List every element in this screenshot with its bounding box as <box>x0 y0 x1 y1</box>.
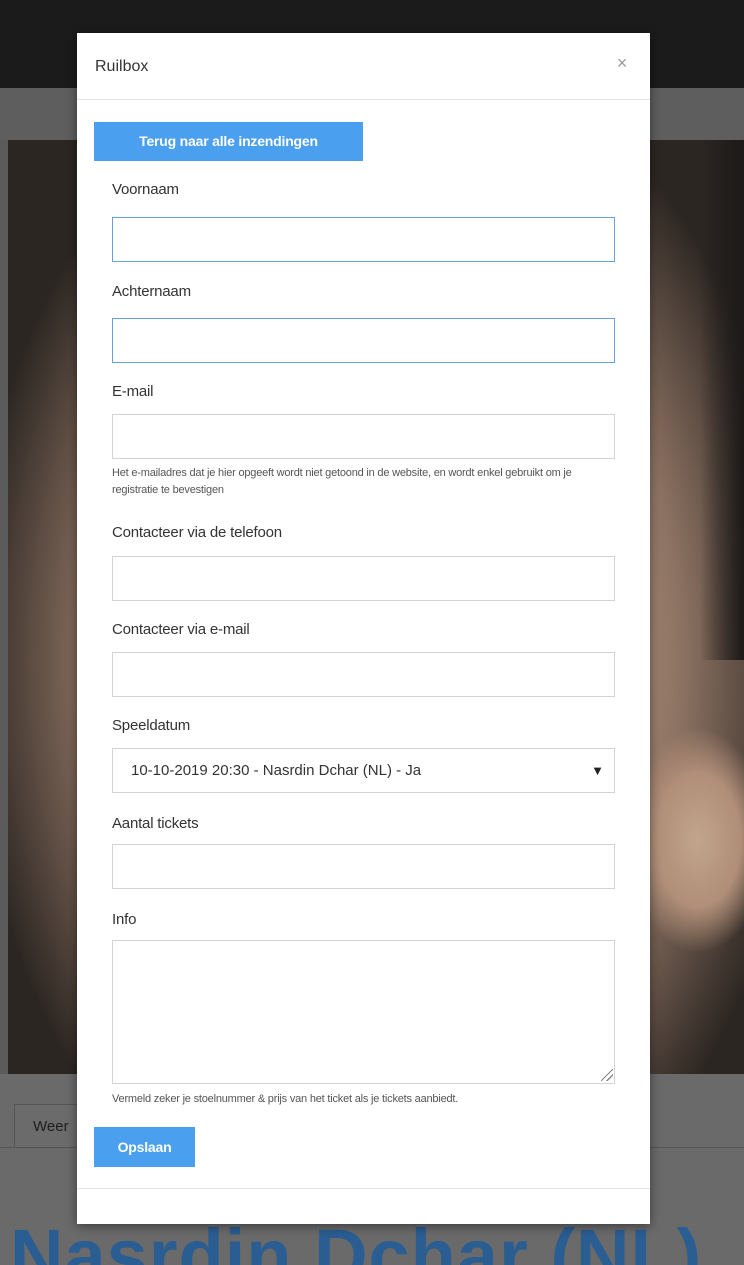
modal-title: Ruilbox <box>95 58 149 75</box>
email-help-text: Het e-mailadres dat je hier opgeeft word… <box>112 467 572 496</box>
play-date-selected-value: 10-10-2019 20:30 - Nasrdin Dchar (NL) - … <box>131 762 422 779</box>
contact-phone-input[interactable] <box>112 556 615 601</box>
info-label: Info <box>112 911 137 928</box>
play-date-select[interactable]: 10-10-2019 20:30 - Nasrdin Dchar (NL) - … <box>112 748 615 793</box>
contact-phone-label: Contacteer via de telefoon <box>112 524 282 541</box>
modal-footer-divider <box>77 1188 650 1189</box>
back-to-submissions-button[interactable]: Terug naar alle inzendingen <box>94 122 363 161</box>
last-name-input[interactable] <box>112 318 615 363</box>
resize-handle-icon[interactable] <box>601 1069 613 1081</box>
email-input[interactable] <box>112 414 615 459</box>
ruilbox-modal: Ruilbox × Terug naar alle inzendingen Vo… <box>77 33 650 1224</box>
save-button[interactable]: Opslaan <box>94 1127 195 1167</box>
contact-email-input[interactable] <box>112 652 615 697</box>
info-textarea[interactable] <box>112 940 615 1084</box>
contact-email-label: Contacteer via e-mail <box>112 621 250 638</box>
last-name-label: Achternaam <box>112 283 191 300</box>
modal-header: Ruilbox × <box>77 33 650 100</box>
first-name-input[interactable] <box>112 217 615 262</box>
background-photo-shadow <box>700 140 744 660</box>
info-help-text: Vermeld zeker je stoelnummer & prijs van… <box>112 1093 459 1105</box>
dropdown-arrow-icon: ▼ <box>591 763 604 778</box>
first-name-label: Voornaam <box>112 181 179 198</box>
ticket-count-label: Aantal tickets <box>112 815 199 832</box>
close-icon[interactable]: × <box>612 53 632 73</box>
ticket-count-input[interactable] <box>112 844 615 889</box>
play-date-label: Speeldatum <box>112 717 191 734</box>
email-label: E-mail <box>112 383 154 400</box>
